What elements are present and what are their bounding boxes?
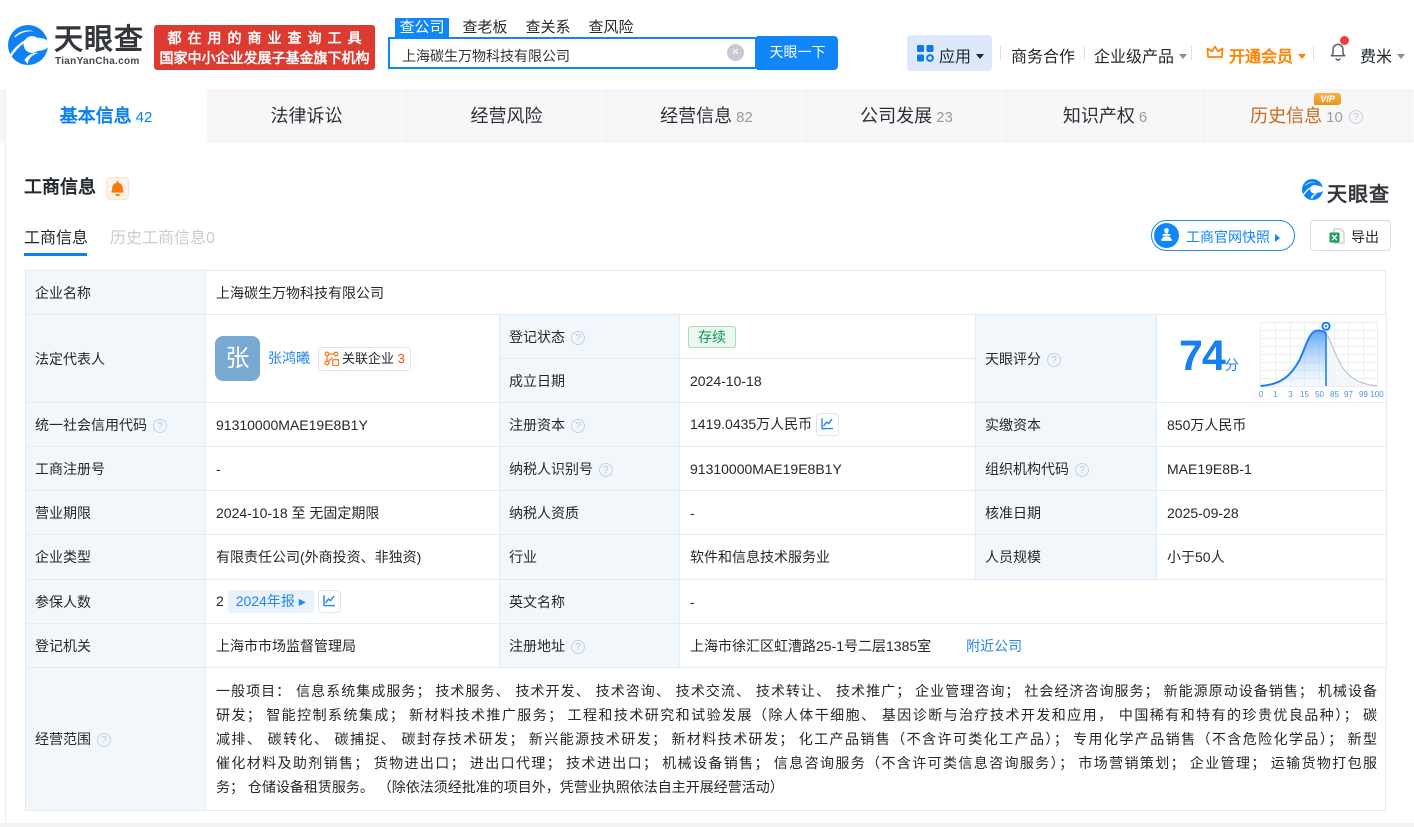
svg-text:3: 3 <box>1288 390 1293 399</box>
svg-text:99: 99 <box>1359 390 1368 399</box>
svg-text:100: 100 <box>1370 390 1384 399</box>
svg-text:15: 15 <box>1300 390 1309 399</box>
svg-text:1: 1 <box>1273 390 1278 399</box>
svg-text:50: 50 <box>1315 390 1324 399</box>
svg-text:85: 85 <box>1330 390 1339 399</box>
svg-text:0: 0 <box>1259 390 1264 399</box>
svg-text:97: 97 <box>1344 390 1353 399</box>
